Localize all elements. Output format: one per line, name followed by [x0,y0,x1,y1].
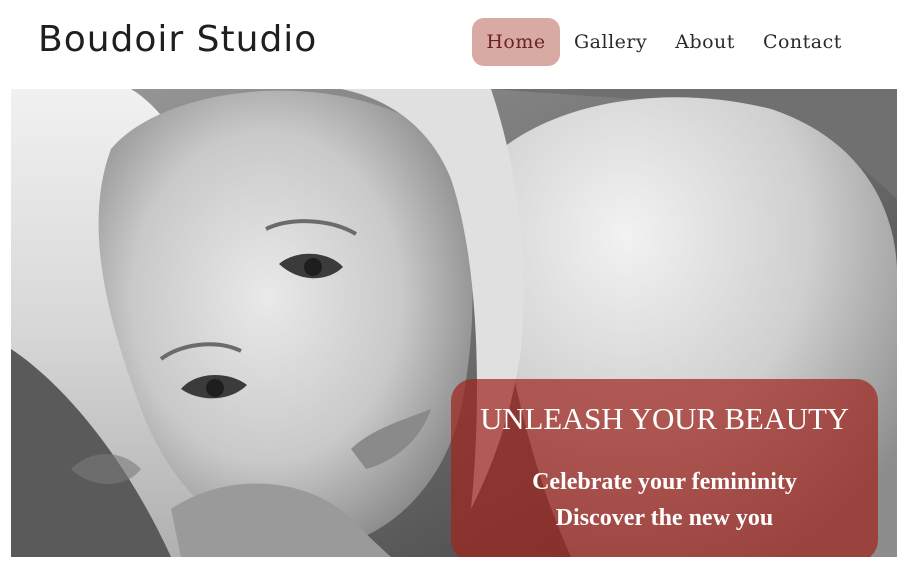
site-header: Boudoir Studio Home Gallery About Contac… [0,0,906,86]
nav-item-home[interactable]: Home [472,18,560,66]
hero-banner: UNLEASH YOUR BEAUTY Celebrate your femin… [11,89,897,557]
hero-subtitle-2: Discover the new you [555,505,774,531]
nav-item-gallery[interactable]: Gallery [560,18,661,66]
site-logo[interactable]: Boudoir Studio [38,18,317,62]
main-nav: Home Gallery About Contact [472,18,856,66]
hero-subtitle-1: Celebrate your femininity [532,469,797,495]
hero-title: UNLEASH YOUR BEAUTY [480,401,849,436]
nav-item-contact[interactable]: Contact [749,18,856,66]
nav-item-about[interactable]: About [661,18,749,66]
hero-overlay: UNLEASH YOUR BEAUTY Celebrate your femin… [451,379,878,557]
